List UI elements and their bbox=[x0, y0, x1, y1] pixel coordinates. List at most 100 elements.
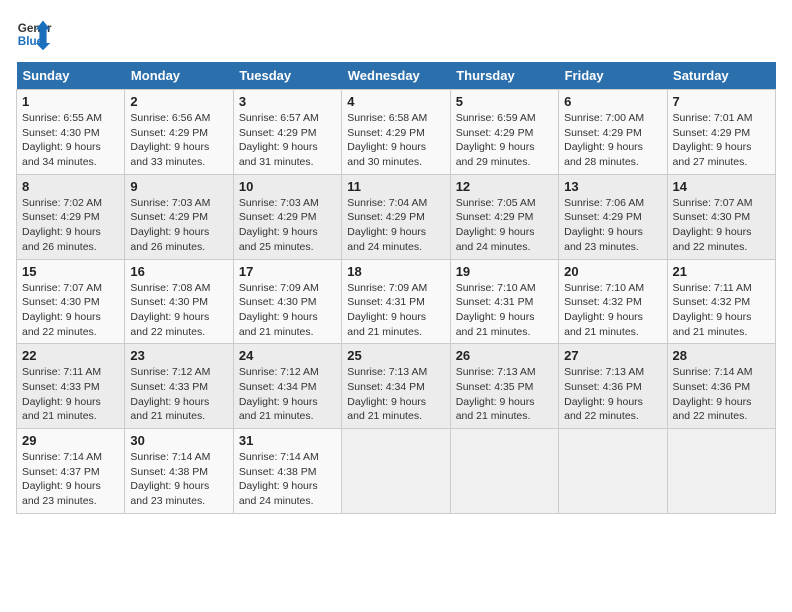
calendar-cell: 20 Sunrise: 7:10 AM Sunset: 4:32 PM Dayl… bbox=[559, 259, 667, 344]
sunrise: Sunrise: 7:14 AM bbox=[673, 366, 753, 378]
sunset: Sunset: 4:30 PM bbox=[239, 296, 317, 308]
day-number: 21 bbox=[673, 264, 770, 279]
day-number: 28 bbox=[673, 348, 770, 363]
daylight: Daylight: 9 hours and 24 minutes. bbox=[239, 480, 318, 507]
sunset: Sunset: 4:38 PM bbox=[130, 466, 208, 478]
calendar-cell: 17 Sunrise: 7:09 AM Sunset: 4:30 PM Dayl… bbox=[233, 259, 341, 344]
calendar-cell: 19 Sunrise: 7:10 AM Sunset: 4:31 PM Dayl… bbox=[450, 259, 558, 344]
day-info: Sunrise: 7:14 AM Sunset: 4:38 PM Dayligh… bbox=[130, 450, 227, 509]
daylight: Daylight: 9 hours and 31 minutes. bbox=[239, 141, 318, 168]
calendar-cell: 7 Sunrise: 7:01 AM Sunset: 4:29 PM Dayli… bbox=[667, 90, 775, 175]
calendar-cell: 1 Sunrise: 6:55 AM Sunset: 4:30 PM Dayli… bbox=[17, 90, 125, 175]
day-number: 9 bbox=[130, 179, 227, 194]
sunset: Sunset: 4:30 PM bbox=[22, 296, 100, 308]
day-info: Sunrise: 7:12 AM Sunset: 4:34 PM Dayligh… bbox=[239, 365, 336, 424]
sunset: Sunset: 4:29 PM bbox=[564, 211, 642, 223]
day-number: 2 bbox=[130, 94, 227, 109]
daylight: Daylight: 9 hours and 22 minutes. bbox=[673, 396, 752, 423]
sunset: Sunset: 4:30 PM bbox=[130, 296, 208, 308]
day-number: 11 bbox=[347, 179, 444, 194]
daylight: Daylight: 9 hours and 21 minutes. bbox=[456, 396, 535, 423]
daylight: Daylight: 9 hours and 22 minutes. bbox=[130, 311, 209, 338]
daylight: Daylight: 9 hours and 24 minutes. bbox=[347, 226, 426, 253]
daylight: Daylight: 9 hours and 21 minutes. bbox=[564, 311, 643, 338]
day-info: Sunrise: 7:14 AM Sunset: 4:36 PM Dayligh… bbox=[673, 365, 770, 424]
sunset: Sunset: 4:33 PM bbox=[130, 381, 208, 393]
calendar-cell: 3 Sunrise: 6:57 AM Sunset: 4:29 PM Dayli… bbox=[233, 90, 341, 175]
day-number: 17 bbox=[239, 264, 336, 279]
calendar-cell: 30 Sunrise: 7:14 AM Sunset: 4:38 PM Dayl… bbox=[125, 429, 233, 514]
sunrise: Sunrise: 7:10 AM bbox=[564, 282, 644, 294]
sunrise: Sunrise: 6:59 AM bbox=[456, 112, 536, 124]
day-number: 5 bbox=[456, 94, 553, 109]
daylight: Daylight: 9 hours and 28 minutes. bbox=[564, 141, 643, 168]
day-info: Sunrise: 7:06 AM Sunset: 4:29 PM Dayligh… bbox=[564, 196, 661, 255]
day-info: Sunrise: 7:14 AM Sunset: 4:37 PM Dayligh… bbox=[22, 450, 119, 509]
day-info: Sunrise: 7:10 AM Sunset: 4:31 PM Dayligh… bbox=[456, 281, 553, 340]
sunrise: Sunrise: 7:10 AM bbox=[456, 282, 536, 294]
weekday-header-wednesday: Wednesday bbox=[342, 62, 450, 90]
day-number: 29 bbox=[22, 433, 119, 448]
day-info: Sunrise: 7:14 AM Sunset: 4:38 PM Dayligh… bbox=[239, 450, 336, 509]
page-header: General Blue bbox=[16, 16, 776, 52]
daylight: Daylight: 9 hours and 21 minutes. bbox=[130, 396, 209, 423]
day-info: Sunrise: 7:13 AM Sunset: 4:36 PM Dayligh… bbox=[564, 365, 661, 424]
daylight: Daylight: 9 hours and 29 minutes. bbox=[456, 141, 535, 168]
day-info: Sunrise: 7:07 AM Sunset: 4:30 PM Dayligh… bbox=[22, 281, 119, 340]
day-number: 19 bbox=[456, 264, 553, 279]
sunset: Sunset: 4:29 PM bbox=[564, 127, 642, 139]
calendar-cell: 31 Sunrise: 7:14 AM Sunset: 4:38 PM Dayl… bbox=[233, 429, 341, 514]
calendar-week-4: 22 Sunrise: 7:11 AM Sunset: 4:33 PM Dayl… bbox=[17, 344, 776, 429]
day-info: Sunrise: 6:56 AM Sunset: 4:29 PM Dayligh… bbox=[130, 111, 227, 170]
calendar-cell: 5 Sunrise: 6:59 AM Sunset: 4:29 PM Dayli… bbox=[450, 90, 558, 175]
sunset: Sunset: 4:34 PM bbox=[347, 381, 425, 393]
daylight: Daylight: 9 hours and 25 minutes. bbox=[239, 226, 318, 253]
day-number: 12 bbox=[456, 179, 553, 194]
sunrise: Sunrise: 7:12 AM bbox=[130, 366, 210, 378]
sunrise: Sunrise: 6:57 AM bbox=[239, 112, 319, 124]
calendar-week-2: 8 Sunrise: 7:02 AM Sunset: 4:29 PM Dayli… bbox=[17, 174, 776, 259]
day-number: 10 bbox=[239, 179, 336, 194]
weekday-header-saturday: Saturday bbox=[667, 62, 775, 90]
sunrise: Sunrise: 6:56 AM bbox=[130, 112, 210, 124]
sunset: Sunset: 4:36 PM bbox=[673, 381, 751, 393]
sunset: Sunset: 4:29 PM bbox=[347, 211, 425, 223]
calendar-table: SundayMondayTuesdayWednesdayThursdayFrid… bbox=[16, 62, 776, 514]
day-number: 14 bbox=[673, 179, 770, 194]
day-number: 22 bbox=[22, 348, 119, 363]
day-info: Sunrise: 7:08 AM Sunset: 4:30 PM Dayligh… bbox=[130, 281, 227, 340]
sunrise: Sunrise: 6:58 AM bbox=[347, 112, 427, 124]
daylight: Daylight: 9 hours and 21 minutes. bbox=[239, 396, 318, 423]
day-number: 6 bbox=[564, 94, 661, 109]
sunset: Sunset: 4:29 PM bbox=[347, 127, 425, 139]
sunset: Sunset: 4:32 PM bbox=[673, 296, 751, 308]
sunset: Sunset: 4:29 PM bbox=[673, 127, 751, 139]
day-number: 26 bbox=[456, 348, 553, 363]
day-info: Sunrise: 7:02 AM Sunset: 4:29 PM Dayligh… bbox=[22, 196, 119, 255]
daylight: Daylight: 9 hours and 23 minutes. bbox=[564, 226, 643, 253]
calendar-cell: 21 Sunrise: 7:11 AM Sunset: 4:32 PM Dayl… bbox=[667, 259, 775, 344]
weekday-header-tuesday: Tuesday bbox=[233, 62, 341, 90]
day-info: Sunrise: 7:03 AM Sunset: 4:29 PM Dayligh… bbox=[239, 196, 336, 255]
sunrise: Sunrise: 7:12 AM bbox=[239, 366, 319, 378]
calendar-cell: 13 Sunrise: 7:06 AM Sunset: 4:29 PM Dayl… bbox=[559, 174, 667, 259]
day-info: Sunrise: 6:59 AM Sunset: 4:29 PM Dayligh… bbox=[456, 111, 553, 170]
day-info: Sunrise: 7:07 AM Sunset: 4:30 PM Dayligh… bbox=[673, 196, 770, 255]
sunset: Sunset: 4:36 PM bbox=[564, 381, 642, 393]
sunrise: Sunrise: 7:04 AM bbox=[347, 197, 427, 209]
sunset: Sunset: 4:34 PM bbox=[239, 381, 317, 393]
day-number: 4 bbox=[347, 94, 444, 109]
sunset: Sunset: 4:32 PM bbox=[564, 296, 642, 308]
sunset: Sunset: 4:31 PM bbox=[456, 296, 534, 308]
calendar-cell: 14 Sunrise: 7:07 AM Sunset: 4:30 PM Dayl… bbox=[667, 174, 775, 259]
day-number: 8 bbox=[22, 179, 119, 194]
day-number: 15 bbox=[22, 264, 119, 279]
calendar-week-5: 29 Sunrise: 7:14 AM Sunset: 4:37 PM Dayl… bbox=[17, 429, 776, 514]
sunset: Sunset: 4:29 PM bbox=[130, 127, 208, 139]
sunrise: Sunrise: 6:55 AM bbox=[22, 112, 102, 124]
weekday-header-sunday: Sunday bbox=[17, 62, 125, 90]
daylight: Daylight: 9 hours and 23 minutes. bbox=[22, 480, 101, 507]
day-number: 7 bbox=[673, 94, 770, 109]
calendar-cell: 11 Sunrise: 7:04 AM Sunset: 4:29 PM Dayl… bbox=[342, 174, 450, 259]
sunrise: Sunrise: 7:11 AM bbox=[673, 282, 752, 294]
